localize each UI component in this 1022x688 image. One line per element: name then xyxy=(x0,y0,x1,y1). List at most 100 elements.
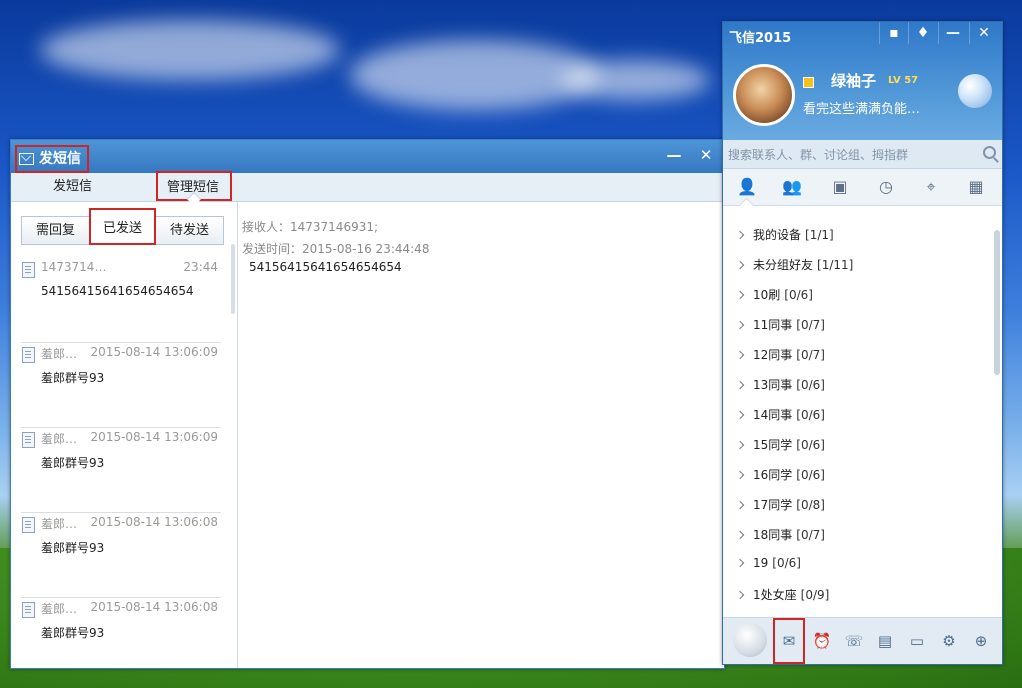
detail-recipient: 接收人：14737146931; xyxy=(242,220,379,234)
groups-icon[interactable]: 👥 xyxy=(782,177,802,197)
minimize-button[interactable]: — xyxy=(938,22,967,44)
group-item[interactable]: 17同学 [0/8] xyxy=(735,496,825,513)
bubble-icon[interactable] xyxy=(733,623,767,657)
group-name: 15同学 xyxy=(753,438,793,452)
sms-title-bar[interactable]: 发短信 — ✕ xyxy=(11,140,724,173)
sms-envelope-icon[interactable]: ✉ xyxy=(773,618,805,664)
recent-icon[interactable]: ◷ xyxy=(876,177,896,197)
avatar[interactable] xyxy=(733,64,795,126)
message-time: 2015-08-14 13:06:08 xyxy=(90,515,218,529)
sms-tab-bar: 发短信 管理短信 xyxy=(11,171,724,207)
tab-manage-sms[interactable]: 管理短信 xyxy=(156,171,232,207)
contacts-icon[interactable]: 👤 xyxy=(737,177,757,197)
address-book-icon[interactable]: ▣ xyxy=(830,177,850,197)
group-item[interactable]: 11同事 [0/7] xyxy=(735,316,825,333)
phone-icon[interactable]: ☏ xyxy=(844,631,864,651)
group-count: [0/7] xyxy=(796,528,825,542)
filter-buttons: 需回复 已发送 待发送 xyxy=(21,208,224,245)
orb-icon[interactable] xyxy=(958,74,992,108)
group-item[interactable]: 未分组好友 [1/11] xyxy=(735,256,854,273)
group-count: [0/6] xyxy=(772,556,801,570)
contact-search-input[interactable]: 搜索联系人、群、讨论组、拇指群 xyxy=(723,140,1002,169)
group-name: 我的设备 xyxy=(753,228,802,242)
chevron-right-icon xyxy=(735,380,745,390)
message-icon xyxy=(22,602,35,618)
search-placeholder: 搜索联系人、群、讨论组、拇指群 xyxy=(728,148,909,162)
group-item[interactable]: 15同学 [0/6] xyxy=(735,436,825,453)
group-name: 19 xyxy=(753,556,769,570)
group-item[interactable]: 16同学 [0/6] xyxy=(735,466,825,483)
message-item[interactable]: 羞郎… 2015-08-14 13:06:09 羞郎群号93 xyxy=(21,343,221,428)
group-count: [0/6] xyxy=(796,378,825,392)
chevron-right-icon xyxy=(735,350,745,360)
chevron-right-icon xyxy=(735,230,745,240)
contact-card-icon[interactable]: ▤ xyxy=(875,631,895,651)
alarm-icon[interactable]: ⏰ xyxy=(812,631,832,651)
status-icon[interactable] xyxy=(803,77,814,88)
chevron-right-icon xyxy=(735,558,745,568)
fetion-main-panel: 飞信2015 ▪ ♦ — ✕ 绿袖子 LV 57 看完这些满满负能… 搜索联系人… xyxy=(722,21,1003,665)
group-item[interactable]: 13同事 [0/6] xyxy=(735,376,825,393)
contact-list-scrollbar[interactable] xyxy=(994,230,1000,375)
apps-grid-icon[interactable]: ▦ xyxy=(966,177,986,197)
message-sender: 羞郎… xyxy=(41,347,78,361)
fetion-header: 飞信2015 ▪ ♦ — ✕ 绿袖子 LV 57 看完这些满满负能… xyxy=(723,22,1002,140)
group-item[interactable]: 19 [0/6] xyxy=(735,556,801,570)
settings-gear-icon[interactable]: ⚙ xyxy=(939,631,959,651)
group-count: [0/6] xyxy=(796,468,825,482)
message-sender: 1473714… xyxy=(41,260,107,274)
message-icon xyxy=(22,517,35,533)
message-detail-pane: 接收人：14737146931; 发送时间：2015-08-16 23:44:4… xyxy=(239,202,724,668)
message-item[interactable]: 1473714… 23:44 54156415641654654654 xyxy=(21,258,221,343)
group-name: 11同事 xyxy=(753,318,793,332)
group-count: [0/9] xyxy=(800,588,830,602)
filter-sent-button[interactable]: 已发送 xyxy=(89,208,156,245)
chevron-right-icon xyxy=(735,500,745,510)
group-name: 16同学 xyxy=(753,468,793,482)
close-button[interactable]: ✕ xyxy=(695,144,717,166)
message-list-scrollbar[interactable] xyxy=(231,244,235,314)
filter-pending-button[interactable]: 待发送 xyxy=(155,216,224,245)
sms-window-title: 发短信 xyxy=(15,145,89,173)
group-item[interactable]: 12同事 [0/7] xyxy=(735,346,825,363)
detail-sent-time: 发送时间：2015-08-16 23:44:48 xyxy=(242,242,430,256)
group-name: 13同事 xyxy=(753,378,793,392)
message-item[interactable]: 羞郎… 2015-08-14 13:06:09 羞郎群号93 xyxy=(21,428,221,513)
group-count: [0/6] xyxy=(796,408,825,422)
message-item[interactable]: 羞郎… 2015-08-14 13:06:08 羞郎群号93 xyxy=(21,598,221,668)
signature[interactable]: 看完这些满满负能… xyxy=(803,98,920,117)
message-body: 羞郎群号93 xyxy=(41,626,105,640)
search-icon[interactable] xyxy=(983,146,996,159)
skin-icon[interactable]: ♦ xyxy=(908,22,937,44)
location-icon[interactable]: ⌖ xyxy=(921,177,941,197)
group-item[interactable]: 10刷 [0/6] xyxy=(735,286,813,303)
group-item[interactable]: 我的设备 [1/1] xyxy=(735,226,834,243)
group-count: [0/7] xyxy=(796,318,825,332)
chevron-right-icon xyxy=(735,260,745,270)
filter-needs-reply-button[interactable]: 需回复 xyxy=(21,216,90,245)
group-item[interactable]: 14同事 [0/6] xyxy=(735,406,825,423)
group-count: [1/11] xyxy=(817,258,854,272)
window-icon[interactable]: ▭ xyxy=(907,631,927,651)
close-button[interactable]: ✕ xyxy=(969,22,998,44)
group-count: [0/8] xyxy=(796,498,825,512)
group-item[interactable]: 18同事 [0/7] xyxy=(735,526,825,543)
chevron-right-icon xyxy=(735,290,745,300)
nickname: 绿袖子 xyxy=(831,72,877,90)
message-icon xyxy=(22,432,35,448)
minimize-button[interactable]: — xyxy=(663,144,685,166)
message-item[interactable]: 羞郎… 2015-08-14 13:06:08 羞郎群号93 xyxy=(21,513,221,598)
group-count: [0/6] xyxy=(784,288,813,302)
message-time: 2015-08-14 13:06:09 xyxy=(90,430,218,444)
app-title: 飞信2015 xyxy=(729,31,792,46)
tab-send-sms-label: 发短信 xyxy=(53,179,93,194)
group-name: 未分组好友 xyxy=(753,258,814,272)
message-icon xyxy=(22,262,35,278)
add-contact-icon[interactable]: ⊕ xyxy=(971,631,991,651)
message-box-icon[interactable]: ▪ xyxy=(879,22,908,44)
group-item[interactable]: 1处女座 [0/9] xyxy=(735,586,830,603)
message-icon xyxy=(22,347,35,363)
tab-send-sms[interactable]: 发短信 xyxy=(53,173,92,201)
vip-level-badge[interactable]: LV 57 xyxy=(888,75,918,86)
chevron-right-icon xyxy=(735,410,745,420)
